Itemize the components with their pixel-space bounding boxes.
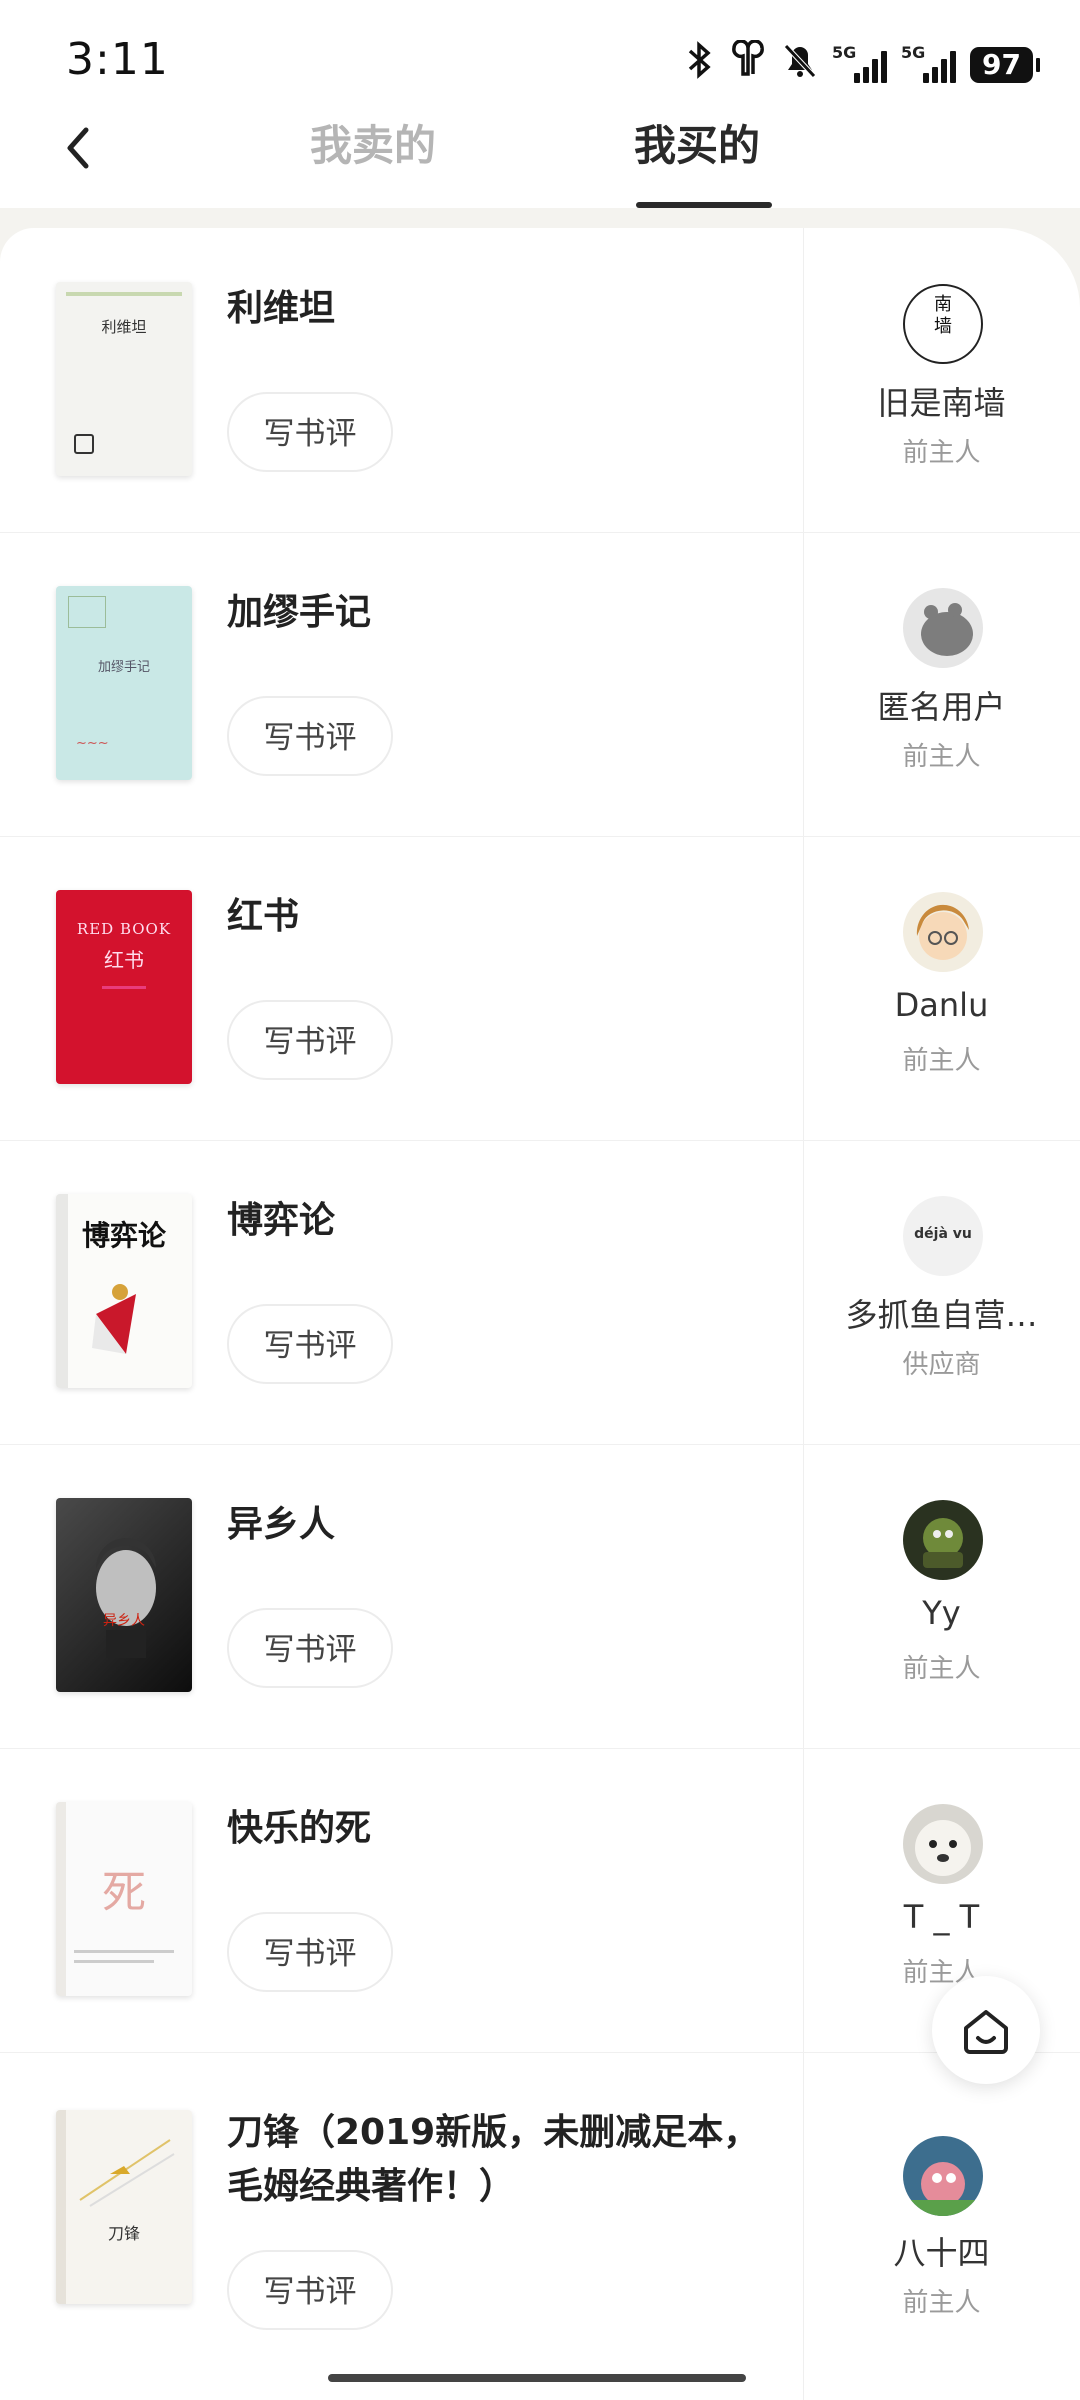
avatar-text: 南 墙 [934, 294, 952, 337]
home-button[interactable] [932, 1976, 1040, 2084]
seller-name: 八十四 [893, 2234, 990, 2272]
seller-role: 前主人 [902, 2288, 981, 2318]
header: 我卖的 我买的 [0, 100, 1080, 208]
cover-title: 博弈论 [81, 1219, 166, 1252]
write-review-button[interactable]: 写书评 [227, 1608, 393, 1688]
list-item[interactable]: 博弈论 博弈论 写书评 déjà vu 多抓鱼自营… 供应商 [0, 1140, 1080, 1445]
signal-5g-icon: 5G [832, 43, 888, 83]
list-item[interactable]: 刀锋 刀锋（2019新版，未删减足本，毛姆经典著作！） 写书评 八十四 前主人 [0, 2052, 1080, 2400]
book-title: 异乡人 [227, 1504, 336, 1545]
seller-name: T _ T [903, 1898, 980, 1936]
book-title: 加缪手记 [227, 592, 372, 633]
avatar [903, 1500, 983, 1580]
seller-name: Yy [922, 1594, 961, 1632]
write-review-button[interactable]: 写书评 [227, 1000, 393, 1080]
book-cover[interactable]: 死 [56, 1802, 192, 1996]
avatar [903, 892, 983, 972]
seller-info[interactable]: Danlu 前主人 [803, 836, 1080, 1140]
seller-info[interactable]: 南 墙 旧是南墙 前主人 [803, 228, 1080, 532]
tab-active-indicator [636, 202, 772, 208]
cover-title: 刀锋 [107, 2224, 140, 2243]
cover-title: 加缪手记 [97, 660, 150, 675]
battery-level: 97 [970, 46, 1033, 83]
cover-subtitle: 红书 [104, 948, 144, 972]
purchase-list: 利维坦 利维坦 写书评 南 墙 旧是南墙 前主人 加缪手记 ~~~ 加缪手记 写… [0, 228, 1080, 2400]
earbuds-icon [728, 39, 768, 89]
status-icons: 5G 5G 97 [686, 39, 1040, 89]
list-item[interactable]: 异乡人 异乡人 写书评 Yy 前主人 [0, 1444, 1080, 1749]
avatar [903, 2136, 983, 2216]
tab-bought[interactable]: 我买的 [634, 112, 760, 173]
book-cover[interactable]: 利维坦 [56, 282, 192, 476]
seller-name: 旧是南墙 [877, 384, 1006, 422]
cover-title: 死 [102, 1867, 146, 1918]
gesture-nav-bar[interactable] [328, 2374, 746, 2382]
seller-info[interactable]: 八十四 前主人 [803, 2052, 1080, 2400]
network-tag-2: 5G [901, 42, 926, 62]
cover-title: RED BOOK [76, 920, 172, 938]
book-cover[interactable]: 博弈论 [56, 1194, 192, 1388]
chevron-left-icon [67, 127, 89, 169]
tab-sold[interactable]: 我卖的 [310, 112, 436, 173]
seller-role: 前主人 [902, 438, 981, 468]
seller-info[interactable]: Yy 前主人 [803, 1444, 1080, 1748]
seller-name: Danlu [894, 986, 989, 1024]
list-item[interactable]: 加缪手记 ~~~ 加缪手记 写书评 匿名用户 前主人 [0, 532, 1080, 837]
seller-info[interactable]: 匿名用户 前主人 [803, 532, 1080, 836]
write-review-button[interactable]: 写书评 [227, 1912, 393, 1992]
write-review-button[interactable]: 写书评 [227, 2250, 393, 2330]
list-item[interactable]: 利维坦 利维坦 写书评 南 墙 旧是南墙 前主人 [0, 228, 1080, 533]
seller-name: 匿名用户 [877, 688, 1006, 726]
book-cover[interactable]: RED BOOK 红书 [56, 890, 192, 1084]
network-tag: 5G [832, 42, 857, 62]
list-item[interactable]: RED BOOK 红书 红书 写书评 Danlu 前主人 [0, 836, 1080, 1141]
mute-bell-icon [782, 40, 818, 89]
book-title: 利维坦 [227, 288, 336, 329]
seller-role: 前主人 [902, 1046, 981, 1076]
book-title: 快乐的死 [227, 1808, 372, 1849]
write-review-button[interactable]: 写书评 [227, 392, 393, 472]
book-title: 博弈论 [227, 1200, 336, 1241]
home-icon [964, 2010, 1008, 2054]
book-cover[interactable]: 加缪手记 ~~~ [56, 586, 192, 780]
seller-role: 前主人 [902, 1958, 981, 1988]
list-item[interactable]: 死 快乐的死 写书评 T _ T 前主人 [0, 1748, 1080, 2053]
seller-name: 多抓鱼自营… [845, 1296, 1038, 1334]
status-time: 3:11 [66, 34, 169, 85]
battery-icon: 97 [970, 46, 1040, 83]
avatar-text: déjà vu [914, 1226, 972, 1242]
write-review-button[interactable]: 写书评 [227, 1304, 393, 1384]
avatar [903, 1804, 983, 1884]
seller-role: 前主人 [902, 1654, 981, 1684]
seller-info[interactable]: déjà vu 多抓鱼自营… 供应商 [803, 1140, 1080, 1444]
back-button[interactable] [56, 112, 106, 182]
cover-title: 利维坦 [101, 318, 147, 336]
bluetooth-icon [686, 40, 714, 89]
avatar: 南 墙 [903, 284, 983, 364]
cover-title: 异乡人 [103, 1613, 145, 1629]
book-cover[interactable]: 刀锋 [56, 2110, 192, 2304]
book-cover[interactable]: 异乡人 [56, 1498, 192, 1692]
book-title: 刀锋（2019新版，未删减足本，毛姆经典著作！） [227, 2112, 760, 2207]
write-review-button[interactable]: 写书评 [227, 696, 393, 776]
avatar [903, 588, 983, 668]
avatar: déjà vu [903, 1196, 983, 1276]
seller-role: 前主人 [902, 742, 981, 772]
book-title: 红书 [227, 896, 300, 937]
signal-5g-icon-2: 5G [901, 43, 957, 83]
seller-role: 供应商 [902, 1350, 981, 1380]
